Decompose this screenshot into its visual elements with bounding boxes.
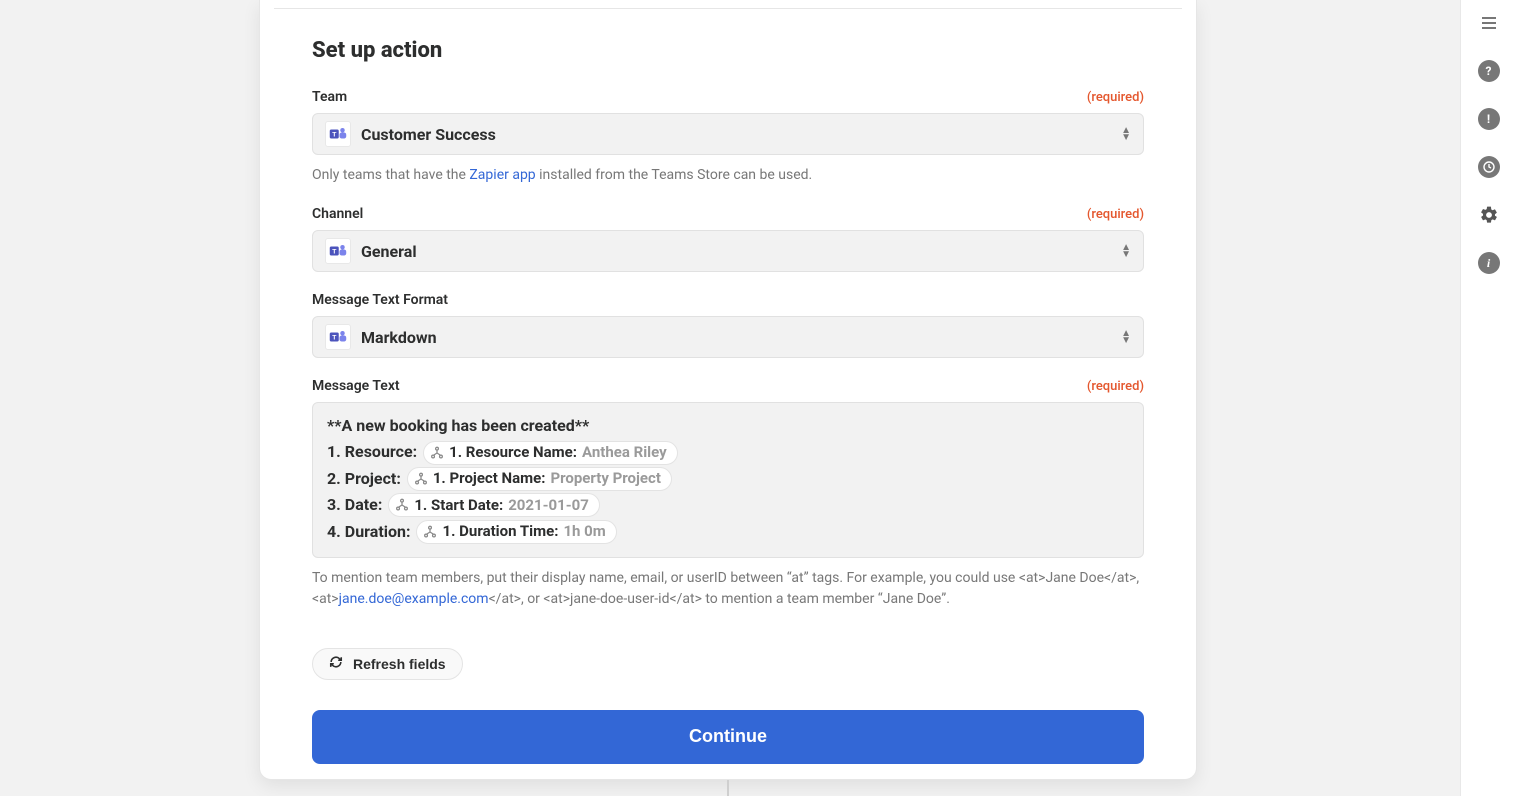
- channel-dropdown[interactable]: T General ▲▼: [312, 230, 1144, 272]
- label-row: Team (required): [312, 89, 1144, 105]
- right-rail: ? ! i: [1460, 0, 1516, 796]
- pill-start-date[interactable]: 1. Start Date: 2021-01-07: [388, 493, 600, 517]
- connector-stub: [727, 780, 729, 796]
- team-label: Team: [312, 89, 347, 105]
- refresh-fields-button[interactable]: Refresh fields: [312, 648, 463, 680]
- format-value: Markdown: [361, 328, 1121, 347]
- history-icon[interactable]: [1474, 152, 1504, 182]
- zap-branch-icon: [395, 498, 409, 512]
- field-format: Message Text Format T Markdown ▲▼: [312, 292, 1144, 358]
- channel-label: Channel: [312, 206, 363, 222]
- message-line-1: 1. Resource: 1. Resource Name: Anthea Ri…: [327, 439, 1129, 465]
- pill-label: 1. Start Date:: [414, 498, 503, 513]
- help-prefix: Only teams that have the: [312, 167, 469, 183]
- zap-branch-icon: [414, 472, 428, 486]
- line-prefix: 1. Resource:: [327, 439, 417, 465]
- pill-label: 1. Duration Time:: [442, 524, 558, 539]
- line-prefix: 4. Duration:: [327, 519, 410, 545]
- message-label: Message Text: [312, 378, 400, 394]
- pill-value: Anthea Riley: [582, 445, 667, 460]
- help-suffix: installed from the Teams Store can be us…: [536, 167, 813, 183]
- channel-value: General: [361, 242, 1121, 261]
- menu-icon[interactable]: [1474, 8, 1504, 38]
- team-help-text: Only teams that have the Zapier app inst…: [312, 165, 1144, 186]
- refresh-label: Refresh fields: [353, 656, 446, 672]
- pill-label: 1. Project Name:: [433, 471, 546, 486]
- example-email-link[interactable]: jane.doe@example.com: [339, 591, 489, 607]
- refresh-icon: [329, 655, 343, 672]
- chevron-updown-icon: ▲▼: [1121, 127, 1131, 141]
- pill-label: 1. Resource Name:: [449, 445, 577, 460]
- field-message: Message Text (required) **A new booking …: [312, 378, 1144, 610]
- message-line-3: 3. Date: 1. Start Date: 2021-01-07: [327, 492, 1129, 518]
- format-label: Message Text Format: [312, 292, 448, 308]
- required-badge: (required): [1087, 207, 1144, 222]
- message-line-2: 2. Project: 1. Project Name: Property Pr…: [327, 466, 1129, 492]
- pill-value: 2021-01-07: [508, 498, 589, 513]
- teams-icon: T: [325, 121, 351, 147]
- format-dropdown[interactable]: T Markdown ▲▼: [312, 316, 1144, 358]
- line-prefix: 3. Date:: [327, 492, 382, 518]
- pill-value: Property Project: [550, 471, 660, 486]
- message-bold-header: **A new booking has been created**: [327, 413, 589, 439]
- team-value: Customer Success: [361, 125, 1121, 144]
- page-title: Set up action: [312, 38, 1144, 63]
- message-help-text: To mention team members, put their displ…: [312, 568, 1144, 610]
- field-channel: Channel (required) T General ▲▼: [312, 206, 1144, 272]
- help-icon[interactable]: ?: [1474, 56, 1504, 86]
- zap-branch-icon: [430, 446, 444, 460]
- teams-icon: T: [325, 324, 351, 350]
- pill-resource-name[interactable]: 1. Resource Name: Anthea Riley: [423, 441, 678, 465]
- message-line-header: **A new booking has been created**: [327, 413, 1129, 439]
- field-team: Team (required) T Customer Success ▲▼ On…: [312, 89, 1144, 186]
- top-divider: [274, 8, 1182, 9]
- pill-project-name[interactable]: 1. Project Name: Property Project: [407, 467, 672, 491]
- label-row: Message Text (required): [312, 378, 1144, 394]
- pill-duration-time[interactable]: 1. Duration Time: 1h 0m: [416, 520, 616, 544]
- required-badge: (required): [1087, 90, 1144, 105]
- line-prefix: 2. Project:: [327, 466, 401, 492]
- label-row: Message Text Format: [312, 292, 1144, 308]
- zapier-app-link[interactable]: Zapier app: [469, 167, 535, 183]
- zap-branch-icon: [423, 525, 437, 539]
- message-line-4: 4. Duration: 1. Duration Time: 1h 0m: [327, 519, 1129, 545]
- settings-icon[interactable]: [1474, 200, 1504, 230]
- chevron-updown-icon: ▲▼: [1121, 244, 1131, 258]
- message-textarea[interactable]: **A new booking has been created** 1. Re…: [312, 402, 1144, 558]
- action-setup-card: Set up action Team (required) T Customer…: [259, 0, 1197, 780]
- chevron-updown-icon: ▲▼: [1121, 330, 1131, 344]
- help-suffix: </at>, or <at>jane-doe-user-id</at> to m…: [489, 591, 950, 607]
- label-row: Channel (required): [312, 206, 1144, 222]
- pill-value: 1h 0m: [563, 524, 605, 539]
- teams-icon: T: [325, 238, 351, 264]
- required-badge: (required): [1087, 379, 1144, 394]
- team-dropdown[interactable]: T Customer Success ▲▼: [312, 113, 1144, 155]
- continue-button[interactable]: Continue: [312, 710, 1144, 764]
- info-icon[interactable]: i: [1474, 248, 1504, 278]
- alert-icon[interactable]: !: [1474, 104, 1504, 134]
